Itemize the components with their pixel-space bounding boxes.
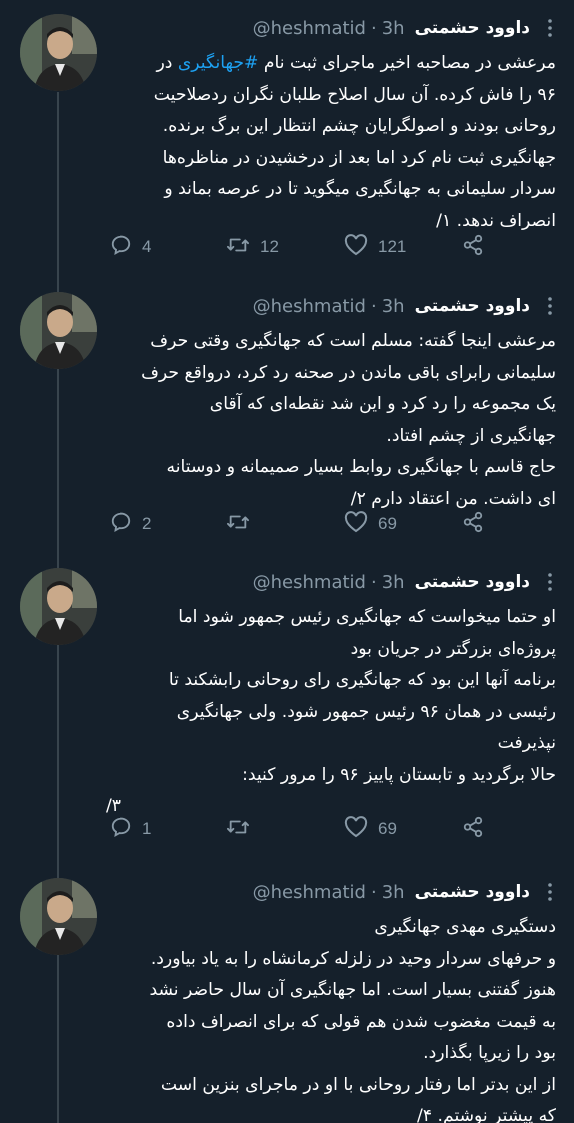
timestamp[interactable]: 3h	[382, 18, 405, 39]
user-handle[interactable]: @heshmatid	[253, 18, 366, 39]
tweet-text-line: یک مجموعه را رد کرد و این شد نقطه‌ای که …	[209, 394, 556, 414]
handle-and-time: @heshmatid · 3h	[253, 18, 405, 39]
reply-icon	[110, 234, 142, 261]
tweet-text-line: دستگیری مهدی جهانگیری	[374, 917, 556, 937]
share-button[interactable]	[462, 814, 494, 844]
tweet-text-line: که پیشتر نوشتم. ۴/	[417, 1106, 556, 1123]
reply-icon	[110, 816, 142, 843]
tweet-text-line: حالا برگردید و تابستان پاییز ۹۶ را مرور …	[242, 764, 556, 785]
reply-count: 1	[142, 819, 152, 838]
tweet-text-line: برنامه آنها این بود که جهانگیری رای روحا…	[168, 670, 556, 690]
tweet-text: مرعشی اینجا گفته: مسلم است که جهانگیری و…	[106, 326, 556, 515]
separator-dot: ·	[370, 295, 377, 317]
tweet-text-line: حاج قاسم با جهانگیری روابط بسیار صمیمانه…	[166, 457, 556, 477]
tweet-text-line: جهانگیری ثبت نام کرد اما بعد از درخشیدن …	[162, 147, 556, 168]
like-count: 69	[378, 819, 397, 838]
tweet-header: @heshmatid · 3h داوود حشمتی	[253, 14, 530, 42]
retweet-count: 12	[260, 237, 279, 256]
tweet-actions: 2 69	[110, 509, 500, 539]
handle-and-time: @heshmatid · 3h	[253, 882, 405, 903]
share-icon	[462, 511, 494, 538]
user-handle[interactable]: @heshmatid	[253, 572, 366, 593]
avatar[interactable]	[20, 568, 97, 645]
retweet-icon	[226, 511, 260, 538]
more-vertical-icon[interactable]	[542, 572, 558, 592]
tweet-text-line: مرعشی اینجا گفته: مسلم است که جهانگیری و…	[150, 331, 556, 351]
tweet-actions: 1 69	[110, 814, 500, 844]
tweet-text-line: پروژه‌ای بزرگتر در جریان بود	[350, 638, 556, 659]
retweet-button[interactable]: 12	[226, 232, 279, 262]
share-button[interactable]	[462, 232, 494, 262]
reply-button[interactable]: 2	[110, 509, 151, 539]
heart-icon	[344, 233, 378, 261]
tweet-text: دستگیری مهدی جهانگیری و حرفهای سردار وحید…	[106, 912, 556, 1123]
avatar[interactable]	[20, 878, 97, 955]
tweet-text-line: مرعشی در مصاحبه اخیر ماجرای ثبت نام #جها…	[156, 53, 556, 73]
user-handle[interactable]: @heshmatid	[253, 296, 366, 317]
retweet-icon	[226, 816, 260, 843]
share-button[interactable]	[462, 509, 494, 539]
tweet-text-line: او حتما میخواست که جهانگیری رئیس جمهور ش…	[178, 607, 556, 627]
tweet-text-line: به قیمت مغضوب شدن هم قولی که برای انصراف…	[166, 1011, 556, 1032]
timestamp[interactable]: 3h	[382, 296, 405, 317]
separator-dot: ·	[370, 571, 377, 593]
tweet-text-line: از این بدتر اما رفتار روحانی با او در ما…	[160, 1074, 556, 1095]
separator-dot: ·	[370, 881, 377, 903]
share-icon	[462, 816, 494, 843]
user-handle[interactable]: @heshmatid	[253, 882, 366, 903]
like-button[interactable]: 69	[344, 814, 397, 844]
tweet-actions: 4 12 121	[110, 232, 500, 262]
tweet-text-line: هنوز گفتنی بسیار است. اما جهانگیری آن سا…	[149, 980, 556, 1000]
tweet-header: @heshmatid · 3h داوود حشمتی	[253, 568, 530, 596]
tweet-text: او حتما میخواست که جهانگیری رئیس جمهور ش…	[106, 602, 556, 823]
tweet-text-line: و حرفهای سردار وحید در زلزله کرمانشاه را…	[150, 948, 556, 969]
tweet-header: @heshmatid · 3h داوود حشمتی	[253, 878, 530, 906]
tweet-header: @heshmatid · 3h داوود حشمتی	[253, 292, 530, 320]
tweet-text-line: جهانگیری از چشم افتاد.	[386, 425, 556, 446]
retweet-button[interactable]	[226, 509, 260, 539]
like-count: 121	[378, 237, 407, 256]
avatar[interactable]	[20, 14, 97, 91]
tweet-thread: @heshmatid · 3h داوود حشمتی مرعشی در مصاحبه …	[0, 0, 574, 1123]
display-name[interactable]: داوود حشمتی	[415, 18, 530, 38]
display-name[interactable]: داوود حشمتی	[415, 882, 530, 902]
tweet-text-line: نپذیرفت	[497, 733, 556, 753]
more-vertical-icon[interactable]	[542, 882, 558, 902]
timestamp[interactable]: 3h	[382, 572, 405, 593]
tweet-text-line: سلیمانی رابرای باقی ماندن در صحنه رد کرد…	[141, 362, 556, 383]
retweet-icon	[226, 234, 260, 261]
reply-count: 2	[142, 514, 152, 533]
reply-count: 4	[142, 237, 152, 256]
tweet-text-line: روحانی بودند و اصولگرایان چشم انتظار این…	[162, 116, 556, 136]
heart-icon	[344, 510, 378, 538]
tweet-text-line: سردار سلیمانی به جهانگیری میگوید تا در ع…	[164, 179, 556, 199]
retweet-button[interactable]	[226, 814, 260, 844]
timestamp[interactable]: 3h	[382, 882, 405, 903]
reply-icon	[110, 511, 142, 538]
display-name[interactable]: داوود حشمتی	[415, 572, 530, 592]
handle-and-time: @heshmatid · 3h	[253, 572, 405, 593]
share-icon	[462, 234, 494, 261]
tweet-text-line: بود را زیرپا بگذارد.	[423, 1043, 556, 1063]
like-button[interactable]: 69	[344, 509, 397, 539]
tweet-text-line: ۹۶ را فاش کرده. آن سال اصلاح طلبان نگران…	[153, 84, 556, 105]
handle-and-time: @heshmatid · 3h	[253, 296, 405, 317]
heart-icon	[344, 815, 378, 843]
reply-button[interactable]: 4	[110, 232, 151, 262]
hashtag-link[interactable]: #جهانگیری	[178, 53, 259, 73]
more-vertical-icon[interactable]	[542, 296, 558, 316]
display-name[interactable]: داوود حشمتی	[415, 296, 530, 316]
tweet-text-line: رئیسی در همان ۹۶ رئیس جمهور شود. ولی جها…	[176, 701, 556, 722]
tweet-text: مرعشی در مصاحبه اخیر ماجرای ثبت نام #جها…	[106, 48, 556, 237]
reply-button[interactable]: 1	[110, 814, 151, 844]
like-count: 69	[378, 514, 397, 533]
avatar[interactable]	[20, 292, 97, 369]
like-button[interactable]: 121	[344, 232, 406, 262]
more-vertical-icon[interactable]	[542, 18, 558, 38]
separator-dot: ·	[370, 17, 377, 39]
